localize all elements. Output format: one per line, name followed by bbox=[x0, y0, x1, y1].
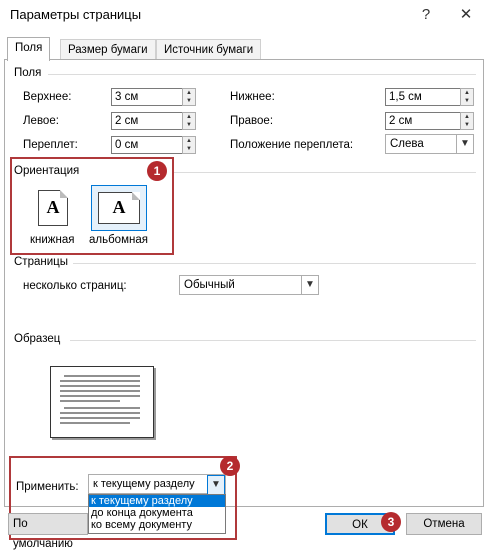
tab-paper-size[interactable]: Размер бумаги bbox=[60, 39, 156, 60]
top-margin-spinner[interactable]: ▲ ▼ bbox=[182, 88, 196, 106]
right-margin-spinner[interactable]: ▲ ▼ bbox=[460, 112, 474, 130]
chevron-down-icon[interactable]: ▼ bbox=[301, 276, 318, 294]
top-margin-label: Верхнее: bbox=[23, 91, 72, 103]
section-title-pages: Страницы bbox=[14, 256, 68, 268]
gutter-position-value: Слева bbox=[390, 138, 424, 150]
page-preview bbox=[50, 366, 154, 438]
spin-down-icon[interactable]: ▼ bbox=[461, 97, 473, 105]
right-margin-label: Правое: bbox=[230, 115, 274, 127]
gutter-label: Переплет: bbox=[23, 139, 78, 151]
tab-paper-source[interactable]: Источник бумаги bbox=[156, 39, 262, 60]
section-title-preview: Образец bbox=[14, 333, 61, 345]
spin-up-icon[interactable]: ▲ bbox=[183, 89, 195, 97]
spin-up-icon[interactable]: ▲ bbox=[183, 137, 195, 145]
multiple-pages-label: несколько страниц: bbox=[23, 280, 127, 292]
multiple-pages-value: Обычный bbox=[184, 279, 235, 291]
top-margin-input[interactable]: 3 см bbox=[111, 88, 183, 106]
multiple-pages-select[interactable]: Обычный ▼ bbox=[179, 275, 319, 295]
bottom-margin-input[interactable]: 1,5 см bbox=[385, 88, 461, 106]
preview-lines-icon bbox=[60, 375, 140, 424]
divider bbox=[70, 340, 476, 341]
spin-down-icon[interactable]: ▼ bbox=[183, 145, 195, 153]
spin-down-icon[interactable]: ▼ bbox=[461, 121, 473, 129]
spin-down-icon[interactable]: ▼ bbox=[183, 121, 195, 129]
spin-up-icon[interactable]: ▲ bbox=[461, 89, 473, 97]
spin-up-icon[interactable]: ▲ bbox=[461, 113, 473, 121]
set-default-button[interactable]: По умолчанию bbox=[8, 513, 88, 550]
bottom-margin-label: Нижнее: bbox=[230, 91, 275, 103]
divider bbox=[173, 172, 476, 173]
close-button[interactable]: ✕ bbox=[454, 3, 478, 27]
bottom-margin-spinner[interactable]: ▲ ▼ bbox=[460, 88, 474, 106]
cancel-button[interactable]: Отмена bbox=[406, 513, 482, 535]
tab-margins[interactable]: Поля bbox=[7, 37, 51, 61]
chevron-down-icon[interactable]: ▼ bbox=[456, 135, 473, 153]
spin-down-icon[interactable]: ▼ bbox=[183, 97, 195, 105]
divider bbox=[73, 263, 476, 264]
right-margin-input[interactable]: 2 см bbox=[385, 112, 461, 130]
callout-badge-3: 3 bbox=[381, 512, 401, 532]
help-button[interactable]: ? bbox=[414, 3, 438, 27]
gutter-input[interactable]: 0 см bbox=[111, 136, 183, 154]
callout-badge-2: 2 bbox=[220, 456, 240, 476]
dialog-title: Параметры страницы bbox=[10, 7, 142, 22]
gutter-position-label: Положение переплета: bbox=[230, 139, 354, 151]
gutter-position-select[interactable]: Слева ▼ bbox=[385, 134, 474, 154]
left-margin-spinner[interactable]: ▲ ▼ bbox=[182, 112, 196, 130]
callout-badge-1: 1 bbox=[147, 161, 167, 181]
left-margin-input[interactable]: 2 см bbox=[111, 112, 183, 130]
spin-up-icon[interactable]: ▲ bbox=[183, 113, 195, 121]
divider bbox=[48, 74, 476, 75]
section-title-margins: Поля bbox=[14, 67, 42, 79]
left-margin-label: Левое: bbox=[23, 115, 59, 127]
gutter-spinner[interactable]: ▲ ▼ bbox=[182, 136, 196, 154]
